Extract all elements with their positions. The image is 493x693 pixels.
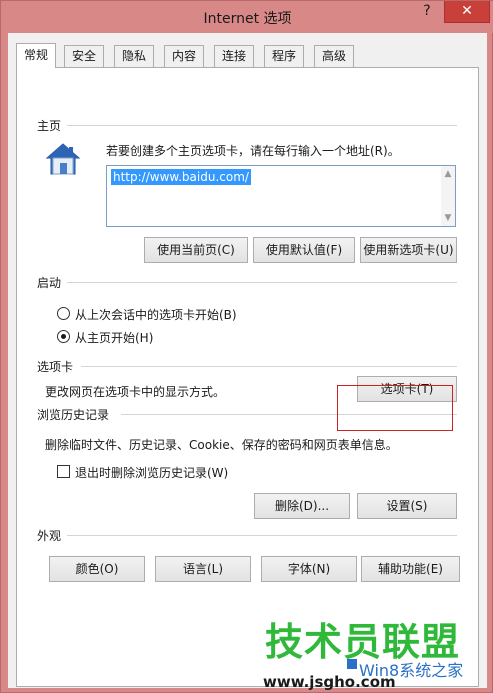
homepage-divider bbox=[67, 125, 457, 126]
fonts-button[interactable]: 字体(N) bbox=[261, 556, 357, 582]
languages-button[interactable]: 语言(L) bbox=[155, 556, 251, 582]
watermark-url: www.jsgho.com bbox=[263, 673, 396, 691]
startup-section-label: 启动 bbox=[37, 274, 68, 291]
startup-divider bbox=[67, 282, 457, 283]
history-settings-button[interactable]: 设置(S) bbox=[357, 493, 457, 519]
delete-on-exit-label[interactable]: 退出时删除浏览历史记录(W) bbox=[75, 464, 228, 481]
tab-general[interactable]: 常规 bbox=[16, 43, 57, 68]
scroll-down-icon[interactable]: ▼ bbox=[443, 213, 453, 223]
use-default-button[interactable]: 使用默认值(F) bbox=[253, 237, 355, 263]
history-description: 删除临时文件、历史记录、Cookie、保存的密码和网页表单信息。 bbox=[45, 438, 398, 452]
tab-content[interactable]: 内容 bbox=[164, 45, 205, 67]
dialog-client-area: 常规 安全 隐私 内容 连接 程序 高级 主页 若要创建多个主页选项卡，请在每行… bbox=[8, 33, 487, 688]
house-icon bbox=[45, 142, 81, 176]
delete-on-exit-checkbox[interactable] bbox=[57, 465, 70, 478]
tab-connections[interactable]: 连接 bbox=[214, 45, 255, 67]
radio-last-session-label[interactable]: 从上次会话中的选项卡开始(B) bbox=[75, 306, 237, 323]
textarea-scrollbar[interactable]: ▲ ▼ bbox=[441, 166, 455, 226]
tab-privacy[interactable]: 隐私 bbox=[114, 45, 155, 67]
history-section-label: 浏览历史记录 bbox=[37, 406, 116, 423]
internet-options-window: Internet 选项 ? ✕ 常规 安全 隐私 内容 连接 程序 高级 主页 bbox=[0, 0, 493, 693]
tabs-settings-button[interactable]: 选项卡(T) bbox=[357, 376, 457, 402]
appearance-divider bbox=[67, 535, 457, 536]
general-tab-panel: 主页 若要创建多个主页选项卡，请在每行输入一个地址(R)。 http://www… bbox=[16, 67, 479, 687]
homepage-url-value[interactable]: http://www.baidu.com/ bbox=[111, 169, 251, 185]
tab-security[interactable]: 安全 bbox=[64, 45, 105, 67]
tab-programs[interactable]: 程序 bbox=[264, 45, 305, 67]
watermark: 技术员联盟 Win8系统之家 www.jsgho.com bbox=[259, 611, 493, 693]
help-button[interactable]: ? bbox=[415, 1, 439, 23]
windows-logo-icon bbox=[347, 659, 357, 669]
radio-home-page[interactable] bbox=[57, 330, 70, 343]
homepage-instruction: 若要创建多个主页选项卡，请在每行输入一个地址(R)。 bbox=[106, 144, 400, 158]
scroll-up-icon[interactable]: ▲ bbox=[443, 169, 453, 179]
radio-home-page-label[interactable]: 从主页开始(H) bbox=[75, 329, 153, 346]
title-bar[interactable]: Internet 选项 ? ✕ bbox=[1, 1, 493, 33]
tabs-section-label: 选项卡 bbox=[37, 358, 80, 375]
homepage-url-textarea[interactable]: http://www.baidu.com/ ▲ ▼ bbox=[106, 165, 456, 227]
delete-history-button[interactable]: 删除(D)... bbox=[254, 493, 350, 519]
use-current-button[interactable]: 使用当前页(C) bbox=[144, 237, 248, 263]
colors-button[interactable]: 颜色(O) bbox=[49, 556, 145, 582]
close-button[interactable]: ✕ bbox=[444, 1, 490, 23]
tab-advanced[interactable]: 高级 bbox=[314, 45, 355, 67]
use-new-tab-button[interactable]: 使用新选项卡(U) bbox=[360, 237, 457, 263]
appearance-section-label: 外观 bbox=[37, 527, 68, 544]
accessibility-button[interactable]: 辅助功能(E) bbox=[361, 556, 460, 582]
tabs-description: 更改网页在选项卡中的显示方式。 bbox=[45, 385, 226, 399]
history-divider bbox=[121, 414, 457, 415]
tabs-divider bbox=[81, 366, 457, 367]
radio-last-session[interactable] bbox=[57, 307, 70, 320]
homepage-section-label: 主页 bbox=[37, 117, 68, 134]
